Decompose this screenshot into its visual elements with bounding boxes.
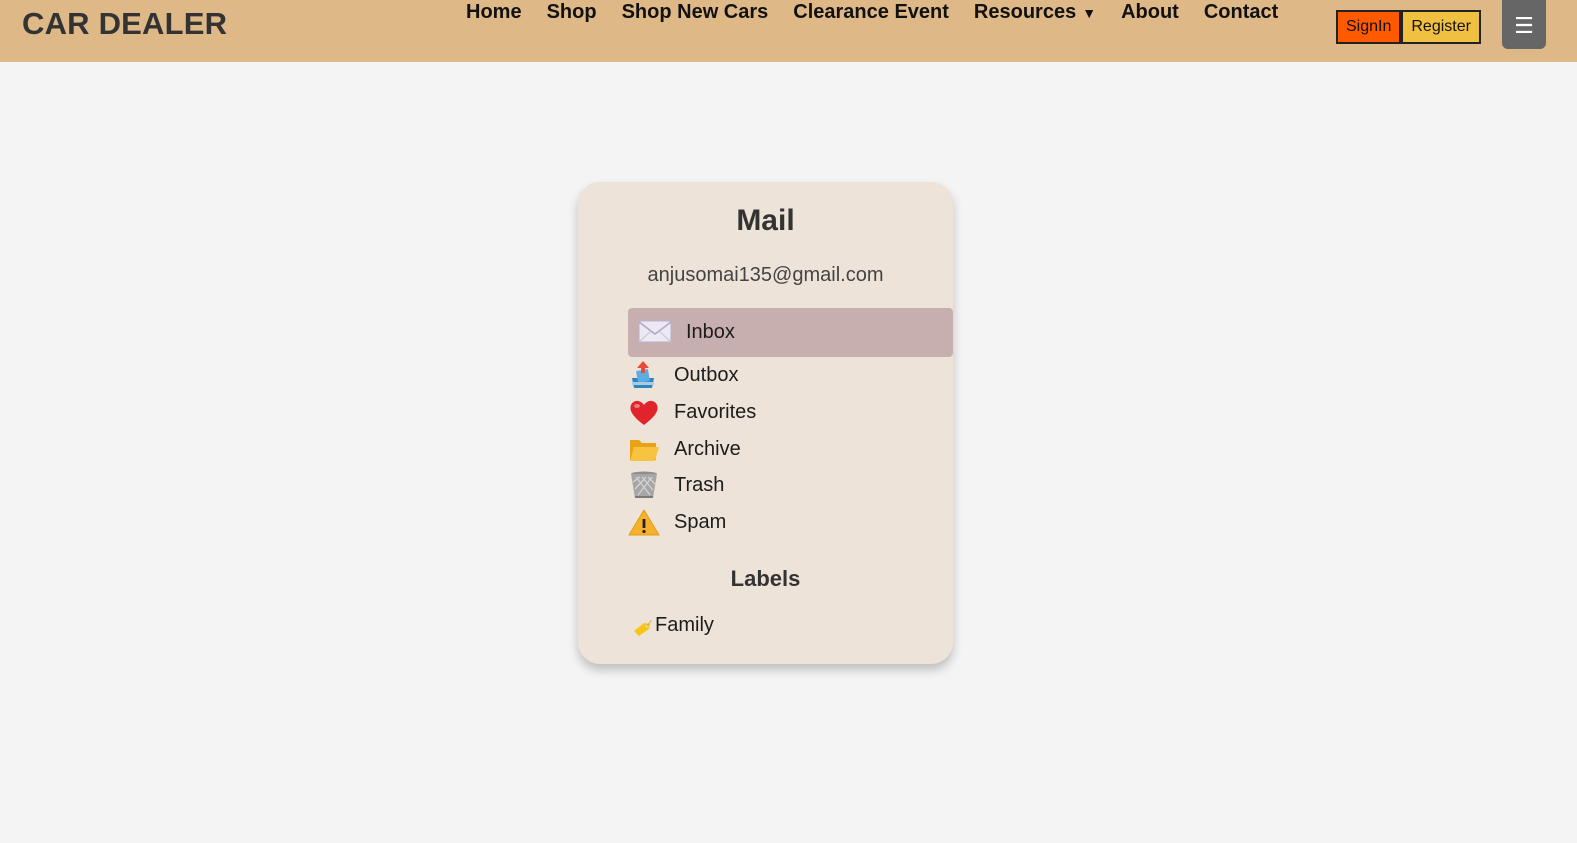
account-email: anjusomai135@gmail.com <box>647 264 884 286</box>
folder-label: Spam <box>674 510 727 533</box>
nav-resources-label: Resources <box>973 1 1077 23</box>
folder-label: Outbox <box>674 363 739 386</box>
folder-label: Archive <box>674 437 741 460</box>
nav-shop-new-cars[interactable]: Shop New Cars <box>622 0 769 25</box>
nav-resources-dropdown[interactable]: Resources ▼ <box>974 0 1096 25</box>
folder-label: Trash <box>674 473 725 496</box>
warning-icon <box>628 507 664 537</box>
top-navbar: CAR DEALER Home Shop Shop New Cars Clear… <box>0 0 1577 62</box>
register-button[interactable]: Register <box>1401 10 1481 44</box>
auth-buttons: SignIn Register <box>1336 10 1481 44</box>
main-nav: Home Shop Shop New Cars Clearance Event … <box>466 0 1303 25</box>
nav-home[interactable]: Home <box>466 0 522 25</box>
heart-icon <box>628 397 664 427</box>
mail-title: Mail <box>736 204 795 237</box>
hamburger-icon: ☰ <box>1514 13 1534 38</box>
folder-favorites[interactable]: Favorites <box>628 397 756 427</box>
tag-icon <box>632 615 652 637</box>
folder-archive[interactable]: Archive <box>628 434 741 464</box>
label-family[interactable]: Family <box>632 614 714 637</box>
signin-button[interactable]: SignIn <box>1336 10 1402 44</box>
wastebasket-icon <box>628 470 664 500</box>
nav-contact[interactable]: Contact <box>1204 0 1278 25</box>
labels-heading: Labels <box>730 566 801 591</box>
folder-trash[interactable]: Trash <box>628 470 724 500</box>
hamburger-menu-button[interactable]: ☰ <box>1502 0 1546 49</box>
folder-outbox[interactable]: Outbox <box>628 360 738 390</box>
mail-sidebar-card: Mail anjusomai135@gmail.com Inbox Outbox <box>578 182 953 664</box>
label-text: Family <box>655 614 714 636</box>
folder-label: Favorites <box>674 400 757 423</box>
folder-spam[interactable]: Spam <box>628 507 726 537</box>
brand-logo[interactable]: CAR DEALER <box>22 6 227 42</box>
folder-inbox[interactable]: Inbox <box>628 308 953 357</box>
nav-about[interactable]: About <box>1121 0 1179 25</box>
folder-icon <box>628 434 664 464</box>
envelope-icon <box>638 318 674 348</box>
folder-label: Inbox <box>686 321 735 343</box>
nav-clearance-event[interactable]: Clearance Event <box>793 0 949 25</box>
caret-down-icon: ▼ <box>1082 5 1097 21</box>
nav-shop[interactable]: Shop <box>547 0 597 25</box>
outbox-tray-icon <box>628 360 664 390</box>
